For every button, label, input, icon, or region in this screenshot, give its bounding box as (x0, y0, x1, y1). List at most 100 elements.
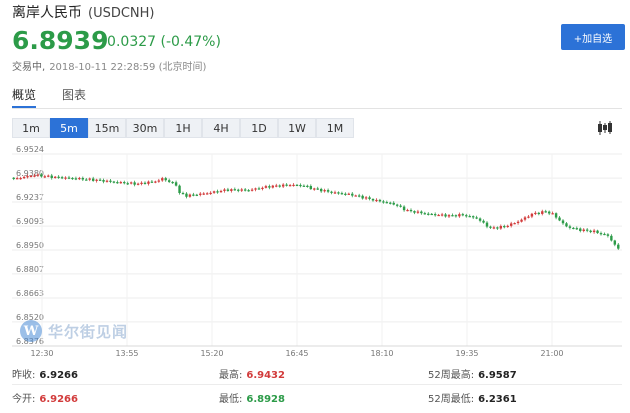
candle-body (344, 193, 347, 195)
candle-body (29, 175, 33, 178)
candle-body (78, 177, 81, 180)
candle-body (371, 198, 375, 201)
candle-body (275, 185, 278, 187)
candle-body (513, 223, 516, 225)
candle-body (22, 176, 26, 179)
candle-body (565, 223, 568, 227)
y-tick-label: 6.8520 (16, 313, 44, 322)
candle-body (389, 202, 392, 204)
candle-body (98, 179, 102, 181)
tab-overview[interactable]: 概览 (12, 86, 37, 108)
candle-body (364, 197, 368, 199)
instrument-name: 离岸人民币 (12, 5, 82, 21)
candle-body (136, 183, 140, 185)
candle-body (306, 185, 309, 187)
candle-body (195, 194, 199, 196)
candle-body (347, 193, 351, 195)
stat-label: 52周最高: (428, 370, 475, 381)
candle-body (71, 177, 74, 180)
candle-body (399, 205, 402, 207)
candle-body (558, 217, 561, 221)
candle-body (447, 215, 451, 217)
candle-body (316, 188, 319, 190)
interval-30m[interactable]: 30m (126, 118, 164, 138)
candle-body (340, 193, 344, 195)
candle-body (596, 230, 599, 234)
interval-1h[interactable]: 1H (164, 118, 202, 138)
candle-body (278, 185, 281, 187)
candle-body (247, 190, 250, 192)
stat-label: 最低: (219, 394, 243, 405)
interval-1m[interactable]: 1m (12, 118, 50, 138)
tab-chart[interactable]: 图表 (62, 86, 86, 106)
candle-body (489, 226, 492, 228)
candle-body (468, 216, 471, 218)
candle-body (123, 182, 126, 184)
candle-body (292, 184, 295, 187)
candle-body (112, 181, 116, 183)
candle-body (313, 188, 316, 190)
candle-body (395, 204, 399, 206)
y-tick-label: 6.9237 (16, 193, 44, 202)
candle-body (544, 211, 547, 213)
candle-body (378, 199, 382, 202)
candle-body (157, 180, 161, 182)
interval-4h[interactable]: 4H (202, 118, 240, 138)
stat-52w-low: 52周最低: 6.2361 (428, 390, 517, 405)
candle-body (188, 194, 192, 197)
candle-body (212, 191, 216, 193)
interval-1w[interactable]: 1W (278, 118, 316, 138)
stat-low: 最低: 6.8928 (219, 390, 285, 405)
interval-1d[interactable]: 1D (240, 118, 278, 138)
candle-body (579, 228, 582, 231)
candle-body (323, 190, 326, 192)
candle-body (610, 235, 613, 241)
candle-body (295, 184, 299, 187)
candle-body (354, 195, 357, 197)
candle-body (33, 175, 36, 177)
y-tick-label: 6.8663 (16, 289, 44, 298)
stat-open: 今开: 6.9266 (12, 390, 78, 405)
candlestick-chart[interactable]: 6.95246.93806.92376.90936.89506.88076.86… (0, 140, 630, 358)
candle-body (174, 182, 178, 186)
interval-15m[interactable]: 15m (88, 118, 126, 138)
candle-body (416, 211, 420, 213)
add-to-watchlist-button[interactable]: +加自选 (561, 24, 625, 50)
x-tick-label: 15:20 (200, 349, 223, 358)
stat-label: 最高: (219, 370, 243, 381)
quote-stats: 昨收: 6.9266 最高: 6.9432 52周最高: 6.9587 今开: 6.92… (0, 366, 630, 413)
candle-body (523, 217, 527, 220)
candle-body (361, 195, 364, 199)
candlestick-type-icon[interactable] (596, 120, 614, 136)
candle-body (192, 194, 195, 196)
candle-body (440, 214, 444, 216)
candle-body (119, 182, 123, 184)
candle-body (430, 213, 433, 216)
candle-body (585, 229, 589, 231)
candle-body (402, 206, 406, 211)
x-tick-label: 18:10 (370, 349, 393, 358)
candle-body (133, 182, 136, 185)
candle-body (375, 199, 378, 202)
candle-body (454, 215, 458, 217)
candle-body (26, 176, 29, 178)
candle-body (520, 219, 523, 222)
stats-row-2: 今开: 6.9266 最低: 6.8928 52周最低: 6.2361 (0, 390, 630, 408)
candle-body (199, 193, 202, 195)
candle-body (478, 218, 482, 221)
x-tick-label: 16:45 (285, 349, 308, 358)
stats-row-1: 昨收: 6.9266 最高: 6.9432 52周最高: 6.9587 (0, 366, 630, 384)
interval-1mo[interactable]: 1M (316, 118, 354, 138)
candle-body (47, 175, 50, 177)
candle-body (427, 213, 430, 215)
candle-body (250, 189, 254, 191)
candle-body (437, 214, 440, 217)
candle-body (492, 227, 496, 229)
candle-body (613, 240, 617, 245)
candle-body (499, 226, 503, 229)
interval-5m[interactable]: 5m (50, 118, 88, 138)
candle-body (503, 226, 506, 228)
candle-body (458, 214, 461, 217)
stat-value: 6.2361 (478, 394, 517, 405)
candle-body (161, 178, 164, 181)
